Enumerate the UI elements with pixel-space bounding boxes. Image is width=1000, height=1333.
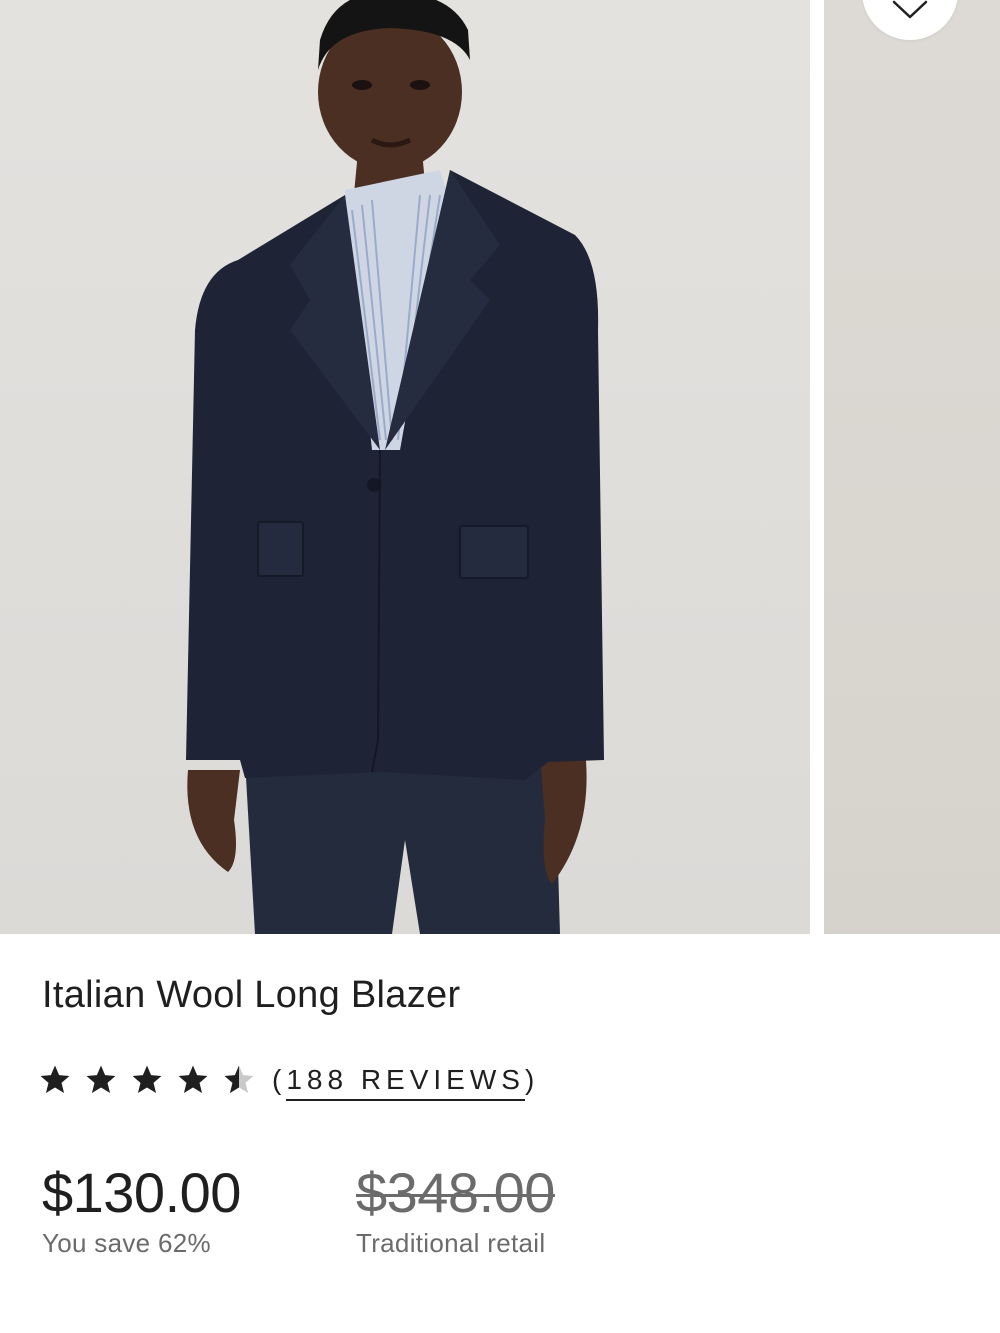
product-image-next[interactable] — [824, 0, 1000, 934]
half-star-icon — [224, 1065, 254, 1094]
product-page: Italian Wool Long Blazer (188 REVIEWS) $… — [0, 0, 1000, 1333]
savings-text: You save 62% — [42, 1228, 211, 1258]
reviews-count: 188 REVIEWS — [286, 1064, 525, 1101]
rating-row: (188 REVIEWS) — [38, 1058, 539, 1102]
retail-label: Traditional retail — [356, 1228, 546, 1258]
sale-price-block: $130.00 You save 62% — [42, 1160, 241, 1259]
product-image-main[interactable] — [0, 0, 810, 934]
retail-price: $348.00 — [356, 1161, 555, 1224]
reviews-open-paren: ( — [272, 1064, 287, 1095]
star-rating — [38, 1063, 268, 1097]
retail-price-block: $348.00 Traditional retail — [356, 1160, 555, 1259]
reviews-close-paren: ) — [524, 1064, 540, 1095]
star-icon — [40, 1065, 70, 1094]
star-icon — [86, 1065, 116, 1094]
model-photo-illustration — [186, 0, 604, 934]
heart-icon — [892, 0, 928, 19]
product-title: Italian Wool Long Blazer — [42, 974, 461, 1016]
reviews-link[interactable]: (188 REVIEWS) — [272, 1064, 540, 1101]
sale-price: $130.00 — [42, 1161, 241, 1224]
star-icon — [132, 1065, 162, 1094]
star-icon — [178, 1065, 208, 1094]
product-image-gallery[interactable] — [0, 0, 1000, 934]
